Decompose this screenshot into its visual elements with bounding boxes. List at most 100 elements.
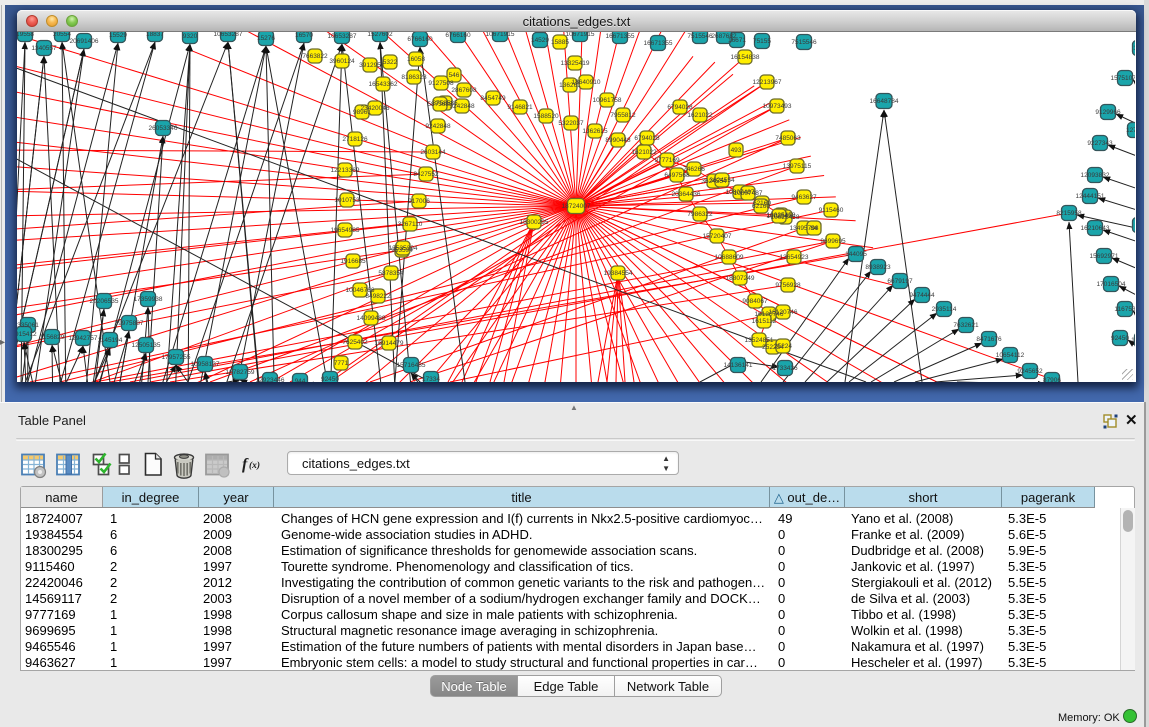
svg-text:8454749: 8454749 [480,95,506,102]
svg-text:2687682: 2687682 [711,33,737,40]
svg-text:19558: 19558 [17,32,34,38]
svg-text:12213369: 12213369 [331,167,360,174]
svg-text:75155: 75155 [753,38,771,45]
svg-text:8990448: 8990448 [605,137,631,144]
svg-text:8427552: 8427552 [413,171,439,178]
svg-text:10653287: 10653287 [214,32,243,38]
svg-text:7625402: 7625402 [342,339,368,346]
svg-text:12444151: 12444151 [1076,193,1105,200]
svg-text:92450: 92450 [321,376,339,382]
svg-text:15276: 15276 [257,35,275,42]
svg-text:5878354: 5878354 [378,270,404,277]
svg-text:10671915: 10671915 [566,32,595,38]
svg-text:335061: 335061 [17,322,39,329]
svg-text:1156829: 1156829 [40,334,65,341]
svg-text:18807249: 18807249 [726,275,755,282]
svg-text:16782759: 16782759 [226,369,255,376]
svg-text:2718126: 2718126 [342,136,368,143]
svg-text:8938923: 8938923 [865,264,891,271]
svg-text:9127508: 9127508 [428,80,454,87]
svg-text:18300295: 18300295 [520,219,549,226]
svg-text:16154838: 16154838 [731,54,760,61]
svg-text:1733426: 1733426 [772,365,798,372]
svg-text:5322: 5322 [383,59,398,66]
svg-text:917006: 917006 [408,198,430,205]
svg-text:9227343: 9227343 [1087,140,1113,147]
svg-text:493: 493 [731,147,742,154]
svg-text:3267110: 3267110 [398,221,423,228]
svg-text:10671915: 10671915 [486,32,515,38]
svg-text:20206535: 20206535 [90,298,119,305]
svg-text:5322037: 5322037 [558,120,584,127]
svg-text:16120746: 16120746 [769,309,798,316]
svg-text:9146821: 9146821 [507,104,533,111]
svg-text:16210643: 16210643 [1081,225,1110,232]
svg-text:1010753: 1010753 [334,197,360,204]
svg-text:15751074: 15751074 [1111,75,1135,82]
svg-text:13524851: 13524851 [745,337,774,344]
svg-text:7485063: 7485063 [775,135,801,142]
svg-text:7986322: 7986322 [687,211,713,218]
svg-text:6766160: 6766160 [445,32,471,39]
svg-text:1615112: 1615112 [752,318,777,325]
svg-text:1002545: 1002545 [766,213,792,220]
svg-text:(x): (x) [249,460,260,471]
svg-text:1145194: 1145194 [98,337,123,344]
svg-text:19384554: 19384554 [604,270,633,277]
svg-text:13535394: 13535394 [389,245,418,252]
svg-text:7955812: 7955812 [610,112,636,119]
svg-text:1588520: 1588520 [533,113,559,120]
svg-text:12505135: 12505135 [132,342,161,349]
svg-text:14099488: 14099488 [357,315,386,322]
svg-text:12774: 12774 [1126,127,1135,134]
svg-text:9463627: 9463627 [791,194,817,201]
svg-text:9777169: 9777169 [654,157,680,164]
svg-text:1527602: 1527602 [367,32,393,38]
svg-text:16671355: 16671355 [644,40,673,47]
svg-text:9129966: 9129966 [1095,109,1121,116]
svg-text:10807487: 10807487 [734,190,763,197]
svg-text:15692971: 15692971 [1090,253,1119,260]
svg-text:944: 944 [295,378,306,382]
svg-text:18724007: 18724007 [562,203,591,210]
svg-text:1340557: 1340557 [31,45,57,52]
svg-text:116753: 116753 [1114,306,1135,313]
svg-text:15720407: 15720407 [703,233,732,240]
svg-text:3624554: 3624554 [709,177,735,184]
svg-text:144095: 144095 [845,251,867,258]
svg-text:8215958: 8215958 [1056,210,1082,217]
svg-text:2603144: 2603144 [420,149,446,156]
svg-text:3915412: 3915412 [17,331,37,338]
svg-text:13325419: 13325419 [561,60,590,67]
svg-text:9242848: 9242848 [425,123,451,130]
svg-text:2935114: 2935114 [932,306,957,313]
svg-text:6766160: 6766160 [407,36,433,43]
svg-text:7515546: 7515546 [791,39,817,46]
svg-text:20691406: 20691406 [70,38,99,45]
svg-text:12093832: 12093832 [1081,172,1110,179]
svg-text:20364436: 20364436 [672,191,701,198]
svg-text:f: f [242,456,249,473]
svg-text:9699695: 9699695 [820,238,846,245]
svg-text:9474444: 9474444 [909,292,935,299]
svg-text:13654923: 13654923 [780,254,809,261]
svg-text:9756928: 9756928 [775,282,801,289]
svg-text:12213967: 12213967 [753,79,782,86]
svg-text:19654985: 19654985 [331,227,360,234]
svg-text:23420046: 23420046 [361,105,390,112]
svg-text:17957255: 17957255 [162,354,191,361]
svg-text:10688609: 10688609 [715,254,744,261]
svg-text:12942757: 12942757 [69,335,98,342]
svg-text:1112: 1112 [1133,45,1135,52]
svg-text:92450: 92450 [1111,335,1129,342]
svg-text:15885: 15885 [551,39,569,46]
svg-text:391295: 391295 [359,62,381,69]
svg-text:6497568: 6497568 [664,172,690,179]
svg-text:12923446: 12923446 [256,377,285,382]
svg-text:16914479: 16914479 [375,340,404,347]
svg-text:10653287: 10653287 [328,33,357,40]
svg-text:1362615: 1362615 [582,128,608,135]
svg-text:9320: 9320 [183,33,198,40]
svg-text:8471676: 8471676 [976,336,1002,343]
svg-text:9115460: 9115460 [819,207,844,214]
